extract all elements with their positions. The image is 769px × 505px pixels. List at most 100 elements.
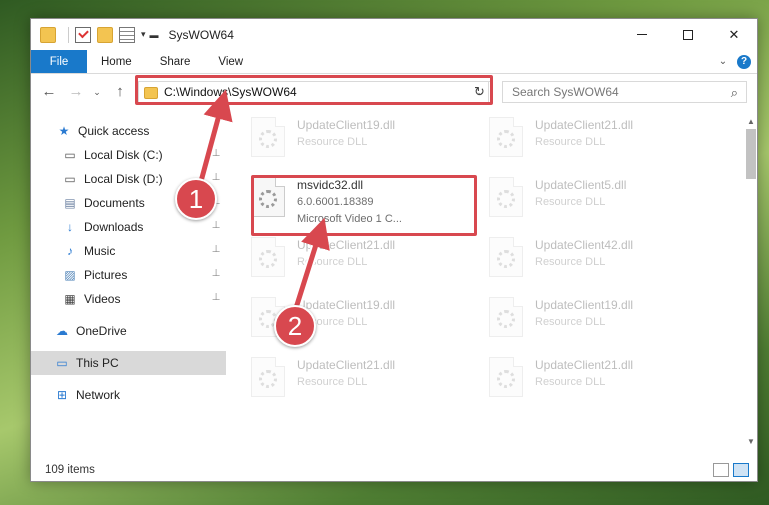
properties-icon[interactable]	[75, 26, 91, 43]
file-highlight	[251, 175, 477, 236]
dll-file-icon	[489, 297, 523, 337]
forward-arrow-icon[interactable]: →	[67, 83, 85, 100]
pin-icon[interactable]: ⊥	[211, 172, 221, 183]
close-button[interactable]: ✕	[711, 19, 757, 50]
search-input[interactable]: Search SysWOW64 ⌕	[502, 81, 747, 103]
file-tile[interactable]: UpdateClient19.dll Resource DLL	[251, 115, 471, 167]
details-view-icon[interactable]	[713, 463, 729, 477]
pin-icon[interactable]: ⊥	[211, 268, 221, 279]
tab-view[interactable]: View	[204, 50, 257, 73]
pin-icon[interactable]: ⊥	[211, 292, 221, 303]
file-tile[interactable]: UpdateClient21.dll Resource DLL	[489, 115, 709, 167]
pin-icon[interactable]: ⊥	[211, 148, 221, 159]
sidebar-item-label: Local Disk (C:)	[84, 148, 163, 162]
sidebar-item-label: Documents	[84, 196, 145, 210]
window-controls: ✕	[619, 19, 757, 50]
gear-icon	[497, 250, 515, 268]
sidebar-item-onedrive[interactable]: ☁ OneDrive	[31, 319, 226, 343]
file-explorer-window: ▾ ▬ SysWOW64 ✕ File Home Share View ⌄ ? …	[30, 18, 758, 482]
tab-file[interactable]: File	[31, 50, 87, 73]
file-name: UpdateClient21.dll	[535, 358, 634, 372]
file-name: UpdateClient19.dll	[297, 298, 396, 312]
sidebar-item-network[interactable]: ⊞ Network	[31, 383, 226, 407]
file-name: UpdateClient21.dll	[535, 118, 634, 132]
view-options-icon[interactable]	[119, 26, 135, 43]
dll-file-icon	[251, 117, 285, 157]
network-icon: ⊞	[56, 388, 68, 402]
search-placeholder: Search SysWOW64	[512, 85, 619, 99]
documents-icon: ▤	[64, 196, 76, 210]
file-description: Resource DLL	[535, 316, 606, 328]
navigation-pane: ★ Quick access ▭ Local Disk (C:) ⊥ ▭ Loc…	[31, 111, 226, 451]
file-name: UpdateClient5.dll	[535, 178, 627, 192]
tab-home[interactable]: Home	[87, 50, 146, 73]
minimize-button[interactable]	[619, 19, 665, 50]
file-description: Resource DLL	[535, 376, 606, 388]
dll-file-icon	[489, 117, 523, 157]
sidebar-item-pictures[interactable]: ▨ Pictures ⊥	[31, 263, 226, 287]
scrollbar-thumb[interactable]	[746, 129, 756, 179]
ribbon-controls: ⌄ ?	[715, 50, 757, 73]
sidebar-item-music[interactable]: ♪ Music ⊥	[31, 239, 226, 263]
sidebar-item-local-disk-c[interactable]: ▭ Local Disk (C:) ⊥	[31, 143, 226, 167]
pin-icon[interactable]: ⊥	[211, 244, 221, 255]
gear-icon	[259, 370, 277, 388]
gear-icon	[497, 130, 515, 148]
maximize-button[interactable]	[665, 19, 711, 50]
pc-icon: ▭	[56, 356, 68, 370]
toolbar-divider	[68, 26, 69, 43]
file-description: Resource DLL	[535, 136, 606, 148]
sidebar-item-label: Music	[84, 244, 116, 258]
scroll-down-icon[interactable]: ▼	[743, 433, 759, 449]
search-icon: ⌕	[730, 85, 738, 100]
file-name: UpdateClient21.dll	[297, 238, 396, 252]
dll-file-icon	[251, 237, 285, 277]
close-icon: ✕	[728, 26, 740, 42]
file-tile[interactable]: UpdateClient21.dll Resource DLL	[251, 235, 471, 287]
sidebar-item-videos[interactable]: ▦ Videos ⊥	[31, 287, 226, 311]
pin-icon[interactable]: ⊥	[211, 220, 221, 231]
up-arrow-icon[interactable]: ↑	[111, 83, 129, 100]
sidebar-item-label: Local Disk (D:)	[84, 172, 163, 186]
tab-share[interactable]: Share	[146, 50, 205, 73]
dll-file-icon	[489, 237, 523, 277]
scroll-up-icon[interactable]: ▲	[743, 113, 759, 129]
file-description: Resource DLL	[535, 196, 606, 208]
quick-access-toolbar: ▾ ▬	[40, 26, 163, 43]
help-icon[interactable]: ?	[737, 54, 751, 69]
gear-icon	[259, 130, 277, 148]
tiles-view-icon[interactable]	[733, 463, 749, 477]
expand-ribbon-chevron-icon[interactable]: ⌄	[715, 54, 731, 70]
cloud-icon: ☁	[56, 324, 68, 338]
new-folder-icon[interactable]	[97, 26, 113, 43]
file-name: UpdateClient42.dll	[535, 238, 634, 252]
star-icon: ★	[58, 124, 70, 138]
recent-locations-dropdown-icon[interactable]: ⌄	[88, 87, 106, 98]
file-tile[interactable]: UpdateClient21.dll Resource DLL	[251, 355, 471, 407]
music-icon: ♪	[67, 244, 73, 258]
toolbar-dropdown-icon[interactable]: ▾	[141, 29, 146, 40]
pictures-icon: ▨	[64, 268, 76, 282]
dll-file-icon	[251, 357, 285, 397]
gear-icon	[497, 370, 515, 388]
vertical-scrollbar[interactable]: ▲ ▼	[743, 111, 759, 451]
file-tile[interactable]: UpdateClient19.dll Resource DLL	[489, 295, 709, 347]
drive-icon: ▭	[64, 172, 76, 186]
sidebar-item-label: Pictures	[84, 268, 128, 282]
file-description: Resource DLL	[297, 256, 368, 268]
dll-file-icon	[489, 357, 523, 397]
sidebar-item-label: Videos	[84, 292, 121, 306]
sidebar-item-quick-access[interactable]: ★ Quick access	[31, 119, 226, 143]
file-tile[interactable]: UpdateClient5.dll Resource DLL	[489, 175, 709, 227]
folder-icon	[40, 26, 56, 43]
sidebar-item-label: Network	[76, 388, 121, 402]
callout-badge-2: 2	[274, 305, 316, 347]
file-tile[interactable]: UpdateClient21.dll Resource DLL	[489, 355, 709, 407]
sidebar-item-label: OneDrive	[76, 324, 127, 338]
dll-file-icon	[489, 177, 523, 217]
customize-toolbar-icon[interactable]: ▬	[150, 30, 159, 40]
back-arrow-icon[interactable]: ←	[40, 83, 58, 100]
sidebar-item-this-pc[interactable]: ▭ This PC	[31, 351, 226, 375]
file-tile[interactable]: UpdateClient42.dll Resource DLL	[489, 235, 709, 287]
sidebar-item-label: Downloads	[84, 220, 144, 234]
